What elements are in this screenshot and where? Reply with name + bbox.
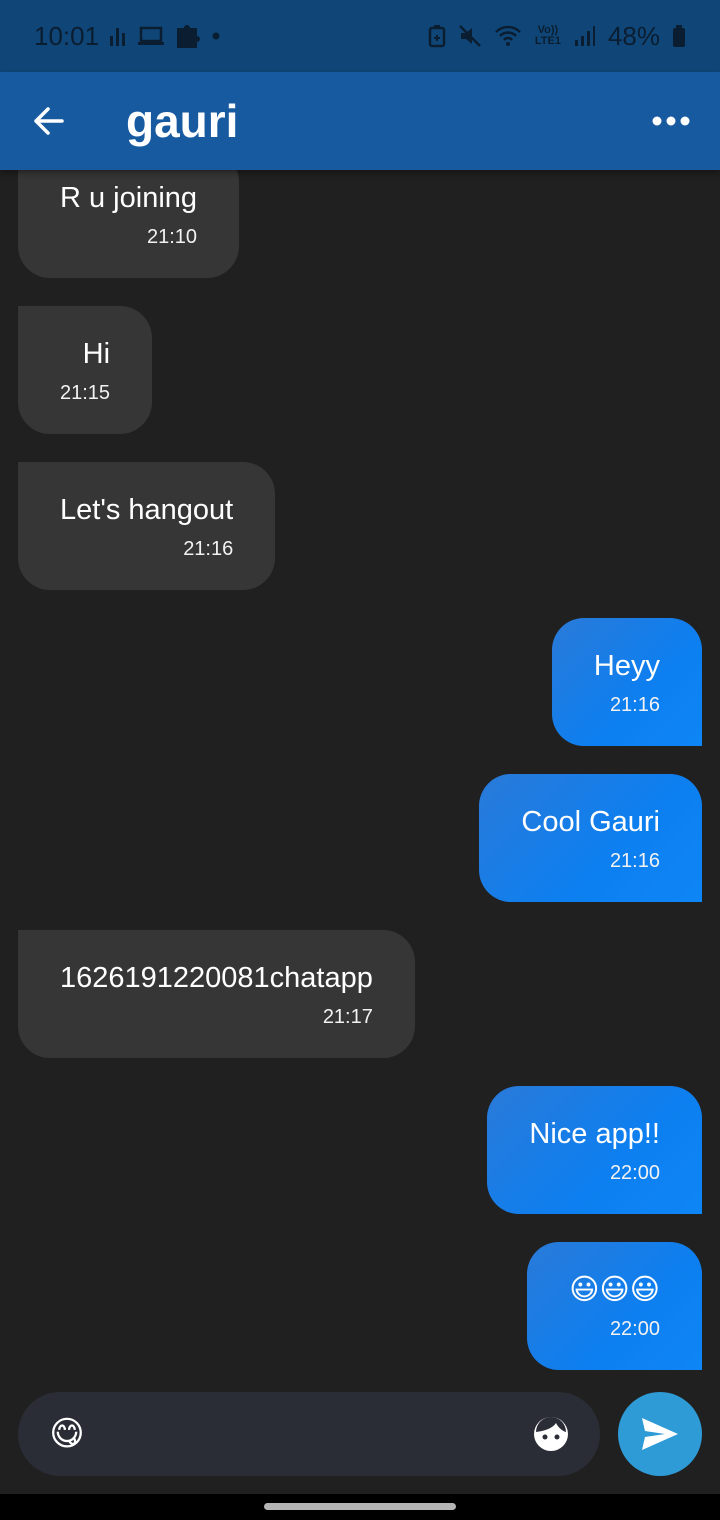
message-bubble-outgoing: 😃😃😃 22:00 — [527, 1242, 702, 1370]
message-bubble-incoming: 1626191220081chatapp 21:17 — [18, 930, 415, 1058]
message-text: R u joining — [60, 181, 198, 214]
message-time: 21:17 — [322, 1005, 373, 1028]
message-time: 22:00 — [609, 1317, 660, 1340]
notification-dot-icon — [211, 31, 221, 41]
message-bubble-outgoing: Cool Gauri 21:16 — [479, 774, 702, 902]
message-bubble-incoming: Let's hangout 21:16 — [18, 462, 276, 590]
message-bubble-outgoing: Heyy 21:16 — [551, 618, 702, 746]
status-right: Vo)) LTE1 48% — [428, 21, 686, 52]
message-time: 21:10 — [146, 225, 198, 248]
wifi-icon — [494, 25, 522, 47]
message-text: 😃😃😃 — [569, 1273, 660, 1306]
message-text: Heyy — [593, 649, 660, 682]
status-time: 10:01 — [34, 20, 100, 51]
home-gesture-handle[interactable] — [264, 1503, 456, 1510]
message-text: Hi — [82, 337, 111, 370]
back-button[interactable] — [14, 86, 84, 156]
message-bubble-incoming: Hi 21:15 — [18, 306, 153, 434]
more-horizontal-icon — [652, 116, 690, 126]
app-bar: gauri — [0, 72, 720, 170]
message-text: Nice app!! — [529, 1117, 660, 1150]
message-input[interactable] — [92, 1404, 526, 1464]
send-button[interactable] — [618, 1392, 702, 1476]
volte-label: Vo)) LTE1 — [534, 24, 561, 47]
sticker-face-icon — [534, 1417, 568, 1451]
message-text: Cool Gauri — [521, 805, 660, 838]
chat-title: gauri — [126, 95, 239, 147]
system-nav-bar — [0, 1494, 720, 1520]
message-text: Let's hangout — [60, 493, 234, 526]
status-left: 10:01 — [34, 21, 221, 52]
battery-icon — [672, 24, 686, 48]
emoji-button[interactable]: 😋 — [42, 1409, 92, 1459]
laptop-icon — [137, 25, 165, 47]
puzzle-icon — [175, 22, 201, 50]
message-time: 21:16 — [183, 537, 234, 560]
data-usage-icon — [109, 24, 127, 48]
battery-percent: 48% — [607, 20, 660, 51]
emoji-icon: 😋 — [49, 1415, 85, 1453]
message-bubble-outgoing: Nice app!! 22:00 — [487, 1086, 702, 1214]
message-composer: 😋 — [18, 1392, 600, 1476]
message-time: 21:15 — [60, 381, 111, 404]
message-time: 22:00 — [609, 1161, 660, 1184]
arrow-left-icon — [34, 107, 64, 135]
status-bar: 10:01 Vo)) LTE1 48% — [0, 0, 720, 72]
more-options-button[interactable] — [636, 86, 706, 156]
send-icon — [642, 1418, 678, 1450]
message-text: 1626191220081chatapp — [60, 961, 373, 994]
message-time: 21:16 — [609, 693, 660, 716]
message-time: 21:16 — [609, 849, 660, 872]
mute-icon — [458, 24, 482, 48]
message-list[interactable]: R u joining 21:10 Hi 21:15 Let's hangout… — [0, 170, 720, 1380]
battery-saver-icon — [428, 24, 446, 48]
message-bubble-incoming: R u joining 21:10 — [18, 170, 240, 278]
signal-icon — [574, 25, 596, 47]
sticker-button[interactable] — [526, 1409, 576, 1459]
